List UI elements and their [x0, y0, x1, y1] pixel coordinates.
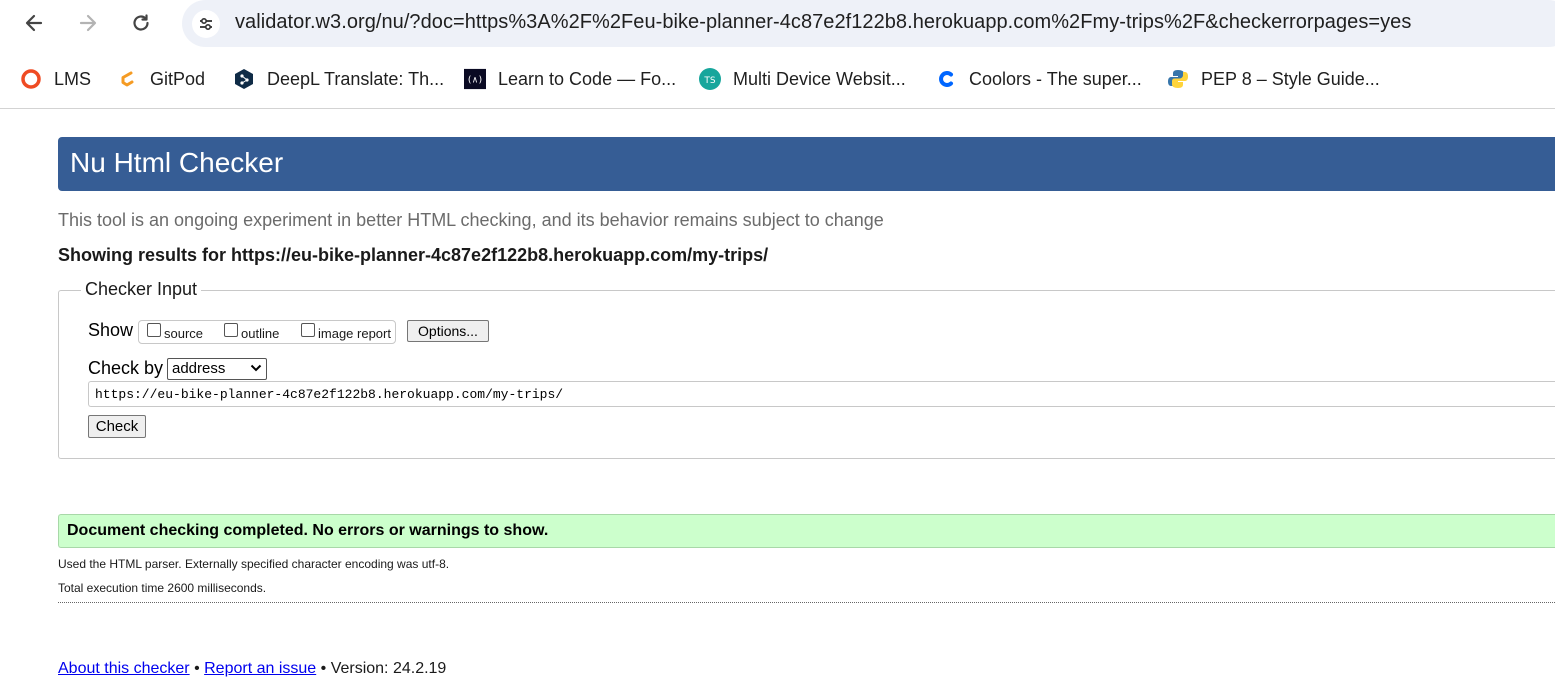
source-checkbox[interactable]	[147, 323, 161, 337]
arrow-left-icon	[25, 14, 43, 32]
bookmarks-bar: LMS GitPod DeepL Translate: Th... (∧) Le…	[0, 50, 1555, 109]
reload-icon	[133, 14, 149, 31]
site-settings-icon[interactable]	[192, 10, 220, 38]
success-message: Document checking completed. No errors o…	[67, 522, 549, 539]
browser-toolbar: validator.w3.org/nu/?doc=https%3A%2F%2Fe…	[0, 0, 1555, 50]
forward-button[interactable]	[72, 9, 104, 37]
show-label: Show	[88, 320, 134, 340]
fieldset-legend: Checker Input	[81, 279, 202, 300]
bookmark-label: Coolors - The super...	[969, 68, 1142, 89]
check-button[interactable]: Check	[88, 415, 146, 438]
gitpod-icon	[116, 68, 138, 90]
tagline: This tool is an ongoing experiment in be…	[58, 210, 884, 230]
back-button[interactable]	[18, 9, 50, 37]
about-checker-link[interactable]: About this checker	[58, 660, 190, 677]
source-checkbox-label[interactable]: source	[164, 326, 203, 341]
address-input[interactable]: https://eu-bike-planner-4c87e2f122b8.her…	[88, 381, 1555, 407]
ts-icon: TS	[699, 68, 721, 90]
options-button[interactable]: Options...	[407, 320, 489, 342]
checker-input-fieldset: Checker Input	[58, 279, 1555, 459]
version-text: Version: 24.2.19	[330, 660, 447, 677]
reload-button[interactable]	[125, 9, 157, 37]
parser-info: Used the HTML parser. Externally specifi…	[58, 557, 450, 571]
address-bar-url[interactable]: validator.w3.org/nu/?doc=https%3A%2F%2Fe…	[235, 11, 1411, 34]
bookmark-deepl[interactable]: DeepL Translate: Th...	[233, 65, 444, 93]
success-message-box: Document checking completed. No errors o…	[58, 514, 1555, 548]
execution-time: Total execution time 2600 milliseconds.	[58, 581, 267, 595]
python-icon	[1167, 68, 1189, 90]
footer-separator: •	[316, 660, 331, 677]
arrow-right-icon	[79, 14, 97, 32]
divider	[58, 602, 1555, 603]
deepl-icon	[233, 68, 255, 90]
coolors-icon	[935, 68, 957, 90]
footer: About this checker • Report an issue • V…	[58, 660, 446, 678]
bookmark-freecodecamp[interactable]: (∧) Learn to Code — Fo...	[464, 65, 676, 93]
bookmark-label: PEP 8 – Style Guide...	[1201, 68, 1380, 89]
bookmark-label: GitPod	[150, 68, 206, 89]
bookmark-pep8[interactable]: PEP 8 – Style Guide...	[1167, 65, 1380, 93]
bookmark-lms[interactable]: LMS	[20, 65, 91, 93]
header-banner: Nu Html Checker	[58, 137, 1555, 191]
bookmark-label: Learn to Code — Fo...	[498, 68, 677, 89]
image-report-checkbox-label[interactable]: image report	[318, 326, 391, 341]
check-by-label: Check by	[88, 358, 164, 378]
footer-separator: •	[189, 660, 205, 677]
address-bar[interactable]: validator.w3.org/nu/?doc=https%3A%2F%2Fe…	[182, 0, 1555, 47]
outline-checkbox-label[interactable]: outline	[241, 326, 279, 341]
bookmark-label: DeepL Translate: Th...	[267, 68, 445, 89]
image-report-checkbox[interactable]	[301, 323, 315, 337]
svg-text:TS: TS	[703, 76, 715, 86]
svg-text:(∧): (∧)	[467, 75, 484, 86]
page-title: Nu Html Checker	[70, 147, 284, 178]
outline-checkbox[interactable]	[224, 323, 238, 337]
check-by-selected-value: address	[172, 360, 226, 377]
bookmark-label: Multi Device Websit...	[733, 68, 906, 89]
chevron-down-icon	[250, 364, 262, 372]
address-input-value: https://eu-bike-planner-4c87e2f122b8.her…	[95, 387, 564, 402]
report-issue-link[interactable]: Report an issue	[204, 660, 316, 677]
bookmark-gitpod[interactable]: GitPod	[116, 65, 205, 93]
bookmark-coolors[interactable]: Coolors - The super...	[935, 65, 1142, 93]
showing-results-heading: Showing results for https://eu-bike-plan…	[58, 245, 769, 265]
lms-icon	[20, 68, 42, 90]
show-options-group: source outline image report	[138, 320, 396, 344]
bookmark-label: LMS	[54, 68, 92, 89]
bookmark-multi-device[interactable]: TS Multi Device Websit...	[699, 65, 906, 93]
freecodecamp-icon: (∧)	[464, 68, 486, 90]
check-by-select[interactable]: address	[167, 358, 267, 380]
